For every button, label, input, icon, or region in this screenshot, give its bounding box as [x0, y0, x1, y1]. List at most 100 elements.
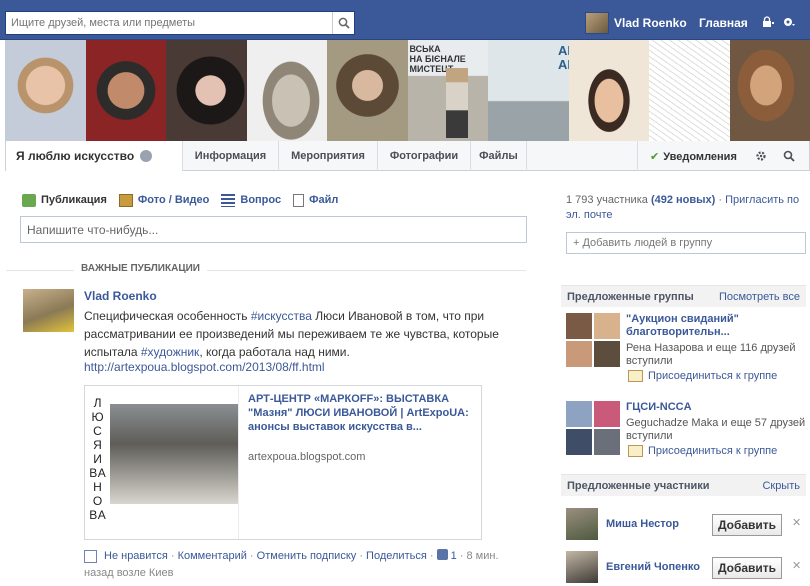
settings-dropdown-icon[interactable] [782, 16, 796, 28]
see-all-link[interactable]: Посмотреть все [719, 291, 800, 303]
user-name-link[interactable]: Vlad Roenko [614, 16, 687, 30]
group-name-link[interactable]: ГЦСИ-NCCA [626, 401, 806, 414]
close-icon[interactable]: ✕ [792, 559, 801, 572]
suggested-member: Миша Нестор Добавить ✕ [566, 508, 806, 542]
cover-photo[interactable] [5, 40, 86, 141]
cover-photo[interactable] [649, 40, 730, 141]
user-avatar[interactable] [585, 12, 609, 34]
tab-photos[interactable]: Фотографии [378, 141, 471, 171]
globe-icon [140, 150, 153, 162]
composer-tabs: Публикация Фото / Видео Вопрос Файл [22, 191, 338, 209]
lock-icon[interactable] [761, 16, 775, 28]
join-group-button[interactable]: Присоединиться к группе [628, 370, 777, 382]
post-text: Специфическая особенность #искусства Люс… [84, 307, 524, 361]
join-group-label: Присоединиться к группе [648, 370, 778, 382]
unfollow-link[interactable]: Отменить подписку [257, 550, 357, 562]
composer-tab-question[interactable]: Вопрос [221, 191, 281, 209]
tab-info[interactable]: Информация [183, 141, 279, 171]
search-icon [338, 17, 350, 29]
suggested-member: Евгений Чопенко Добавить ✕ [566, 551, 806, 585]
join-group-icon [628, 370, 643, 382]
add-people-input[interactable]: + Добавить людей в группу [566, 232, 806, 254]
important-posts-label: ВАЖНЫЕ ПУБЛИКАЦИИ [74, 263, 207, 274]
cover-photo[interactable] [729, 40, 810, 141]
cover-photo[interactable]: ВСЬКА НА БІЄНАЛЕ МИСТЕЦТ [407, 40, 488, 141]
post-author-name[interactable]: Vlad Roenko [84, 289, 157, 303]
add-member-button[interactable]: Добавить [712, 557, 782, 579]
composer-tab-label: Вопрос [240, 194, 282, 206]
notifications-label: Уведомления [663, 151, 737, 163]
member-name-link[interactable]: Миша Нестор [606, 518, 679, 530]
tab-events[interactable]: Мероприятия [279, 141, 378, 171]
cover-photo[interactable] [327, 40, 408, 141]
likes-count[interactable]: 1 [451, 550, 457, 562]
cover-photo[interactable] [568, 40, 649, 141]
group-title-text: Я люблю искусство [16, 149, 135, 163]
group-member-thumbs [566, 401, 620, 455]
join-group-icon [628, 445, 643, 457]
post-text-part: Специфическая особенность [84, 309, 251, 323]
photo-icon [118, 193, 133, 207]
composer-input[interactable]: Напишите что-нибудь... [20, 216, 527, 243]
shared-link-card[interactable]: ЛЮСЯИВАНОВА АРТ-ЦЕНТР «МАРКОFF»: ВЫСТАВК… [84, 385, 482, 540]
unlike-link[interactable]: Не нравится [104, 550, 168, 562]
group-description: Рена Назарова и еще 116 друзей вступили [626, 342, 796, 367]
member-name-link[interactable]: Евгений Чопенко [606, 561, 700, 573]
composer-tab-label: Публикация [41, 194, 107, 206]
cover-photo[interactable] [85, 40, 166, 141]
suggested-groups-header: Предложенные группы Посмотреть все [561, 285, 806, 307]
composer-tab-photo-video[interactable]: Фото / Видео [118, 191, 210, 209]
composer-tab-label: Файл [309, 194, 339, 206]
suggested-group: "Аукцион свиданий" благотворительн... Ре… [566, 313, 806, 383]
thumbnail-vertical-text: ЛЮСЯИВАНОВА [89, 396, 107, 522]
group-search-icon[interactable] [783, 150, 795, 162]
hide-link[interactable]: Скрыть [762, 480, 800, 492]
cover-photo[interactable] [166, 40, 247, 141]
suggested-members-header: Предложенные участники Скрыть [561, 474, 806, 496]
person-figure [445, 68, 468, 138]
suggested-members-title: Предложенные участники [567, 480, 710, 492]
shared-link-thumbnail[interactable]: ЛЮСЯИВАНОВА [85, 386, 239, 539]
group-title[interactable]: Я люблю искусство [6, 141, 183, 171]
new-members-count[interactable]: (492 новых) [651, 194, 715, 206]
top-bar: Vlad Roenko Главная [0, 0, 810, 40]
shared-link-title[interactable]: АРТ-ЦЕНТР «МАРКОFF»: ВЫСТАВКА "Мазня" ЛЮ… [248, 392, 473, 434]
check-icon: ✔ [650, 151, 660, 163]
add-member-button[interactable]: Добавить [712, 514, 782, 536]
composer-tab-file[interactable]: Файл [293, 191, 338, 209]
members-count[interactable]: 1 793 участника [566, 194, 648, 206]
group-nav-bar: Я люблю искусство Информация Мероприятия… [5, 141, 810, 171]
hashtag-link[interactable]: #художник [141, 345, 199, 359]
home-link[interactable]: Главная [699, 16, 748, 30]
share-link[interactable]: Поделиться [366, 550, 427, 562]
group-description: Geguchadze Maka и еще 57 друзей вступили [626, 417, 806, 442]
cover-sign-text-2: АР AR [558, 43, 569, 72]
member-avatar[interactable] [566, 551, 598, 583]
cover-photo[interactable]: АР AR [488, 40, 569, 141]
join-group-button[interactable]: Присоединиться к группе [628, 445, 777, 457]
member-avatar[interactable] [566, 508, 598, 540]
suggested-groups-title: Предложенные группы [567, 291, 694, 303]
cover-photo[interactable] [246, 40, 327, 141]
notifications-button[interactable]: ✔ Уведомления [637, 141, 750, 171]
tab-files[interactable]: Файлы [471, 141, 527, 171]
group-name-link[interactable]: "Аукцион свиданий" благотворительн... [626, 313, 806, 339]
shared-link-domain: artexpoua.blogspot.com [248, 451, 366, 463]
composer-tab-label: Фото / Видео [137, 194, 210, 206]
join-group-label: Присоединиться к группе [648, 445, 778, 457]
post-type-icon [84, 550, 97, 563]
search-input[interactable] [6, 12, 334, 34]
cover-photo-strip: ВСЬКА НА БІЄНАЛЕ МИСТЕЦТ АР AR [5, 40, 810, 141]
search-box[interactable] [5, 11, 355, 35]
post-author-avatar[interactable] [23, 289, 74, 332]
question-list-icon [221, 193, 236, 207]
comment-link[interactable]: Комментарий [178, 550, 247, 562]
hashtag-link[interactable]: #искусства [251, 309, 312, 323]
post-url-link[interactable]: http://artexpoua.blogspot.com/2013/08/ff… [84, 360, 325, 374]
composer-tab-post[interactable]: Публикация [22, 191, 107, 209]
thumbnail-painting [110, 404, 238, 504]
close-icon[interactable]: ✕ [792, 516, 801, 529]
gear-icon[interactable] [755, 150, 767, 162]
search-button[interactable] [332, 12, 354, 34]
post-text-part: , когда работала над ними. [199, 345, 350, 359]
